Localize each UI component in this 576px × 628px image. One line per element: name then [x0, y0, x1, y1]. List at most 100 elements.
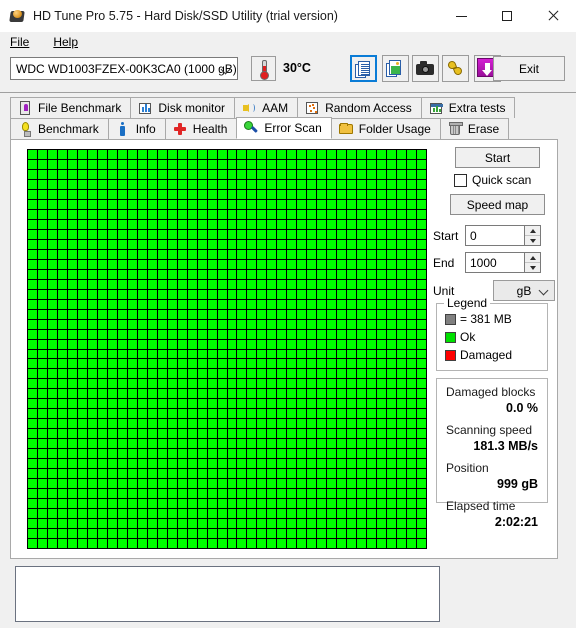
scan-block — [297, 299, 307, 309]
scan-block — [28, 539, 37, 548]
scan-block — [387, 169, 397, 179]
tab-aam[interactable]: AAM — [234, 97, 299, 118]
tab-extra-tests[interactable]: Extra tests — [420, 97, 516, 118]
menu-item-help[interactable]: Help — [51, 34, 88, 50]
scan-block — [387, 379, 397, 389]
scan-block — [47, 519, 57, 529]
scan-block — [397, 479, 407, 489]
maximize-icon — [502, 11, 512, 21]
scan-block — [57, 439, 67, 449]
error-scan-magnifier-icon — [243, 120, 259, 136]
tab-disk-monitor[interactable]: Disk monitor — [130, 97, 236, 118]
end-stepper-up[interactable] — [525, 253, 540, 263]
scan-block — [187, 379, 197, 389]
scan-block — [387, 389, 397, 399]
scan-block — [287, 269, 297, 279]
scan-block — [357, 269, 367, 279]
scan-block — [217, 439, 227, 449]
copy-text-button[interactable] — [350, 55, 377, 82]
scan-block — [177, 269, 187, 279]
start-stepper-up[interactable] — [525, 226, 540, 236]
scan-block — [247, 509, 257, 519]
end-stepper[interactable] — [524, 252, 541, 273]
screenshot-button[interactable] — [412, 55, 439, 82]
scan-block — [367, 529, 377, 539]
tab-health[interactable]: Health — [164, 118, 238, 139]
scan-block — [37, 319, 47, 329]
end-stepper-down[interactable] — [525, 263, 540, 272]
tab-benchmark[interactable]: Benchmark — [10, 118, 109, 139]
scan-block — [307, 279, 317, 289]
scan-block — [227, 429, 237, 439]
end-input[interactable]: 1000 — [465, 252, 541, 273]
maximize-button[interactable] — [484, 0, 530, 32]
speed-map-button[interactable]: Speed map — [450, 194, 545, 215]
scan-block — [367, 199, 377, 209]
scan-block — [287, 379, 297, 389]
tab-erase[interactable]: Erase — [439, 118, 510, 139]
start-stepper[interactable] — [524, 225, 541, 246]
tab-error-scan[interactable]: Error Scan — [236, 117, 332, 139]
scan-block — [187, 529, 197, 539]
scan-block — [87, 279, 97, 289]
scan-block — [257, 419, 267, 429]
tab-info[interactable]: Info — [107, 118, 166, 139]
quick-scan-checkbox[interactable]: Quick scan — [454, 173, 531, 187]
scan-block — [28, 529, 37, 539]
scan-block — [247, 479, 257, 489]
menu-item-file[interactable]: File — [8, 34, 39, 50]
scan-block — [127, 219, 137, 229]
scan-block — [28, 389, 37, 399]
scan-block — [287, 539, 297, 548]
scan-block — [377, 229, 387, 239]
scan-block — [87, 209, 97, 219]
tab-random-access[interactable]: Random Access — [297, 97, 422, 118]
scan-block — [147, 479, 157, 489]
start-scan-button[interactable]: Start — [455, 147, 540, 168]
scan-block — [28, 309, 37, 319]
minimize-button[interactable] — [438, 0, 484, 32]
copy-image-button[interactable] — [382, 55, 409, 82]
scan-block — [377, 239, 387, 249]
scan-block — [197, 150, 207, 159]
scan-block — [277, 269, 287, 279]
drive-select[interactable]: WDC WD1003FZEX-00K3CA0 (1000 gB) — [10, 57, 238, 80]
drive-select-value: WDC WD1003FZEX-00K3CA0 (1000 gB) — [16, 61, 237, 76]
scan-block — [297, 239, 307, 249]
scan-block — [237, 169, 247, 179]
scan-block — [417, 379, 426, 389]
scan-block — [67, 209, 77, 219]
scan-block — [327, 349, 337, 359]
scan-block — [277, 389, 287, 399]
scan-block — [187, 499, 197, 509]
scan-block — [117, 469, 127, 479]
scan-block — [257, 309, 267, 319]
scan-block-map[interactable] — [27, 149, 427, 549]
scan-block — [367, 289, 377, 299]
tab-folder-usage[interactable]: Folder Usage — [330, 118, 441, 139]
tab-file-benchmark[interactable]: File Benchmark — [10, 97, 132, 118]
scan-block — [307, 299, 317, 309]
start-input[interactable]: 0 — [465, 225, 541, 246]
close-button[interactable] — [530, 0, 576, 32]
scan-block — [37, 459, 47, 469]
start-stepper-down[interactable] — [525, 236, 540, 245]
scan-block — [217, 319, 227, 329]
scan-block — [317, 329, 327, 339]
scan-block — [397, 529, 407, 539]
scan-block — [217, 189, 227, 199]
scan-block — [347, 339, 357, 349]
scan-block — [67, 219, 77, 229]
unit-select[interactable]: gB — [493, 280, 555, 301]
scan-block — [237, 239, 247, 249]
scan-block — [267, 269, 277, 279]
exit-button[interactable]: Exit — [493, 56, 565, 81]
scan-block — [367, 249, 377, 259]
scan-block — [307, 359, 317, 369]
scan-block — [97, 289, 107, 299]
scan-block — [407, 449, 417, 459]
log-textbox[interactable] — [15, 566, 440, 622]
scan-block — [257, 159, 267, 169]
plug-button[interactable] — [442, 55, 469, 82]
scan-block — [187, 169, 197, 179]
